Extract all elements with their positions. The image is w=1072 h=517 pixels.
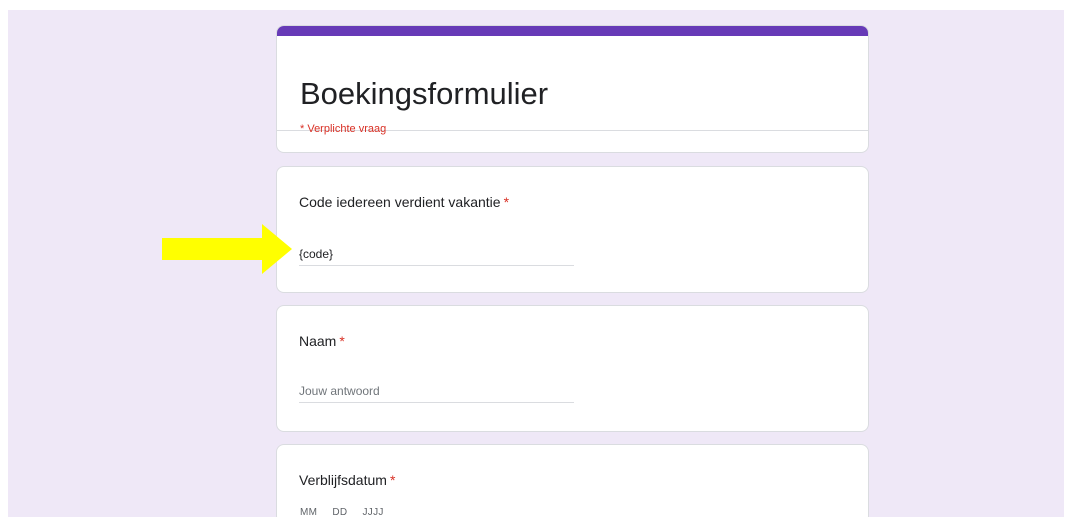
required-star: *: [339, 333, 345, 349]
question-card-naam: Naam *: [276, 305, 869, 432]
date-input[interactable]: MM DD JJJJ: [300, 507, 396, 517]
form-title: Boekingsformulier: [300, 76, 549, 111]
question-title: Naam *: [299, 333, 345, 349]
question-label: Naam: [299, 333, 337, 349]
yellow-arrow-icon: [162, 224, 292, 274]
required-note: * Verplichte vraag: [300, 123, 387, 135]
required-star: *: [503, 194, 510, 210]
form-header-card: Boekingsformulier * Verplichte vraag: [276, 25, 869, 153]
date-year-label[interactable]: JJJJ: [363, 507, 384, 517]
date-day-label[interactable]: DD: [332, 507, 347, 517]
question-card-code: Code iedereen verdient vakantie *: [276, 166, 869, 293]
accent-bar: [277, 26, 868, 36]
name-input[interactable]: [299, 379, 574, 403]
question-card-verblijfsdatum: Verblijfsdatum * MM DD JJJJ: [276, 444, 869, 517]
date-month-label[interactable]: MM: [300, 507, 317, 517]
question-label: Verblijfsdatum: [299, 472, 387, 488]
question-title: Verblijfsdatum *: [299, 472, 395, 488]
code-input[interactable]: [299, 242, 574, 266]
question-title: Code iedereen verdient vakantie *: [299, 194, 509, 210]
question-label: Code iedereen verdient vakantie: [299, 194, 501, 210]
required-star: *: [389, 472, 396, 488]
